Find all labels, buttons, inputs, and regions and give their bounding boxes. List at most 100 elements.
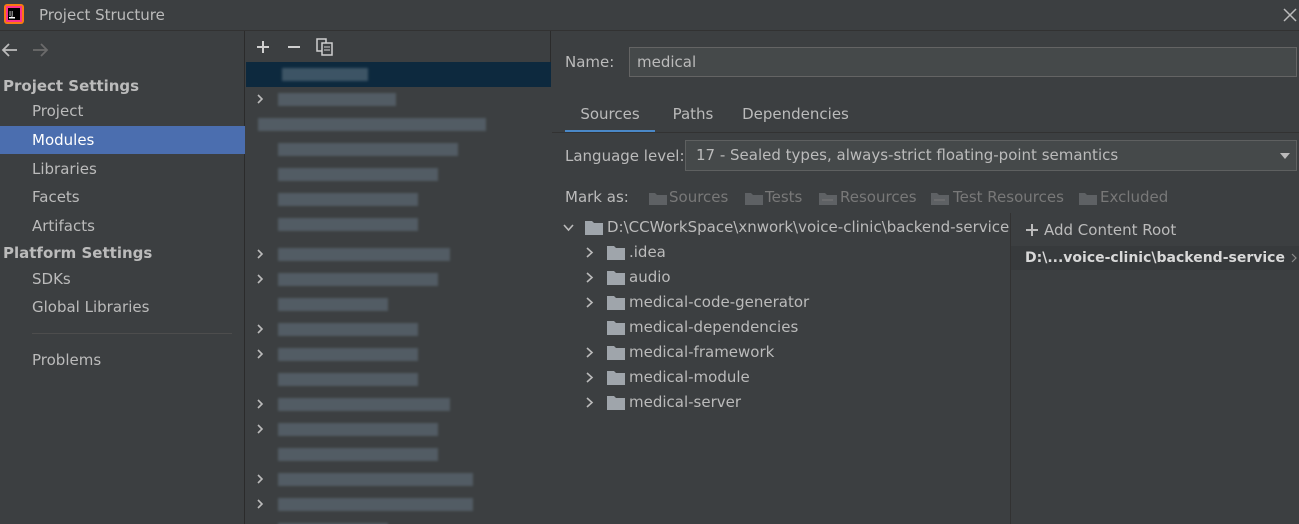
module-row[interactable] [246, 242, 551, 267]
add-content-root-button[interactable]: Add Content Root [1044, 221, 1176, 239]
tab-sources[interactable]: Sources [565, 101, 655, 133]
nav-item-problems[interactable]: Problems [0, 346, 245, 374]
tests-folder-icon [745, 193, 763, 205]
tree-row-label: medical-code-generator [629, 293, 810, 311]
chevron-right-icon[interactable] [254, 248, 266, 260]
excluded-folder-icon [1079, 193, 1097, 205]
chevron-right-icon[interactable] [254, 473, 266, 485]
module-row[interactable] [246, 417, 551, 442]
module-row[interactable] [246, 267, 551, 292]
chevron-right-icon[interactable] [584, 397, 595, 408]
tree-row[interactable]: medical-framework [552, 340, 1009, 365]
back-arrow-icon[interactable] [0, 39, 22, 61]
mark-as-sources[interactable]: Sources [669, 188, 728, 206]
module-row[interactable] [246, 317, 551, 342]
tree-row[interactable]: medical-code-generator [552, 290, 1009, 315]
nav-item-project[interactable]: Project [0, 97, 245, 125]
tree-row-label: .idea [629, 243, 666, 261]
tree-row[interactable]: medical-module [552, 365, 1009, 390]
close-icon[interactable] [1281, 6, 1299, 24]
chevron-right-icon[interactable] [1290, 253, 1298, 263]
mark-as-resources[interactable]: Resources [840, 188, 917, 206]
mark-as-tests[interactable]: Tests [765, 188, 802, 206]
test-resources-folder-icon [931, 193, 949, 205]
intellij-logo-icon: IJ [4, 4, 24, 24]
folder-icon [607, 271, 625, 285]
chevron-right-icon[interactable] [254, 348, 266, 360]
tree-row[interactable]: .idea [552, 240, 1009, 265]
content-root-tree: D:\CCWorkSpace\xnwork\voice-clinic\backe… [552, 213, 1009, 524]
tree-row-label: audio [629, 268, 671, 286]
nav-item-global-libraries[interactable]: Global Libraries [0, 293, 245, 321]
module-row[interactable] [246, 187, 551, 212]
nav-item-modules[interactable]: Modules [0, 126, 245, 154]
chevron-right-icon[interactable] [254, 398, 266, 410]
tree-root-label: D:\CCWorkSpace\xnwork\voice-clinic\backe… [607, 218, 1010, 236]
chevron-right-icon[interactable] [254, 498, 266, 510]
module-row[interactable] [246, 112, 551, 137]
folder-icon [607, 296, 625, 310]
module-details-pane: Name: medical Sources Paths Dependencies… [552, 31, 1299, 524]
chevron-right-icon[interactable] [584, 247, 595, 258]
chevron-right-icon[interactable] [584, 297, 595, 308]
chevron-right-icon[interactable] [254, 323, 266, 335]
platform-settings-heading: Platform Settings [3, 244, 153, 262]
module-name-input[interactable]: medical [629, 47, 1297, 77]
module-row[interactable] [246, 467, 551, 492]
nav-item-sdks[interactable]: SDKs [0, 265, 245, 293]
folder-icon [607, 371, 625, 385]
module-row[interactable] [246, 212, 551, 237]
plus-icon [1026, 224, 1038, 236]
nav-item-libraries[interactable]: Libraries [0, 155, 245, 183]
project-settings-heading: Project Settings [3, 77, 140, 95]
module-row[interactable] [246, 292, 551, 317]
content-root-entry[interactable]: D:\...voice-clinic\backend-service [1011, 246, 1299, 270]
add-module-icon[interactable] [252, 36, 274, 58]
svg-text:IJ: IJ [9, 10, 13, 18]
language-level-label: Language level: [565, 147, 685, 165]
chevron-right-icon[interactable] [584, 347, 595, 358]
tree-row-label: medical-module [629, 368, 750, 386]
module-list-pane [246, 31, 551, 524]
tab-paths[interactable]: Paths [663, 101, 723, 133]
content-roots-panel: Add Content Root D:\...voice-clinic\back… [1010, 213, 1299, 524]
settings-sidebar: Project Settings Project Modules Librari… [0, 31, 245, 524]
remove-module-icon[interactable] [283, 36, 305, 58]
module-row[interactable] [246, 137, 551, 162]
module-row[interactable] [246, 492, 551, 517]
chevron-right-icon[interactable] [254, 423, 266, 435]
module-toolbar [246, 31, 551, 62]
mark-as-label: Mark as: [565, 188, 629, 206]
module-row[interactable] [246, 62, 551, 87]
module-row[interactable] [246, 87, 551, 112]
module-row[interactable] [246, 392, 551, 417]
chevron-right-icon[interactable] [254, 273, 266, 285]
chevron-right-icon[interactable] [254, 93, 266, 105]
tabs-divider [552, 132, 1299, 133]
forward-arrow-icon[interactable] [30, 39, 52, 61]
language-level-select[interactable]: 17 - Sealed types, always-strict floatin… [685, 140, 1297, 171]
tree-row[interactable]: medical-server [552, 390, 1009, 415]
language-level-value: 17 - Sealed types, always-strict floatin… [696, 146, 1119, 164]
folder-icon [607, 321, 625, 335]
chevron-right-icon[interactable] [584, 272, 595, 283]
copy-module-icon[interactable] [314, 36, 336, 58]
chevron-down-icon[interactable] [563, 222, 574, 233]
folder-icon [607, 246, 625, 260]
tree-row[interactable]: medical-dependencies [552, 315, 1009, 340]
mark-as-test-resources[interactable]: Test Resources [953, 188, 1064, 206]
module-row[interactable] [246, 162, 551, 187]
content-root-path: D:\...voice-clinic\backend-service [1025, 250, 1285, 266]
tree-row[interactable]: audio [552, 265, 1009, 290]
tree-root-row[interactable]: D:\CCWorkSpace\xnwork\voice-clinic\backe… [552, 215, 1009, 240]
module-row[interactable] [246, 442, 551, 467]
nav-item-facets[interactable]: Facets [0, 183, 245, 211]
tab-dependencies[interactable]: Dependencies [733, 101, 858, 133]
mark-as-excluded[interactable]: Excluded [1100, 188, 1168, 206]
module-row[interactable] [246, 342, 551, 367]
module-row[interactable] [246, 517, 551, 524]
module-row[interactable] [246, 367, 551, 392]
nav-item-artifacts[interactable]: Artifacts [0, 212, 245, 240]
chevron-right-icon[interactable] [584, 372, 595, 383]
tree-row-label: medical-server [629, 393, 742, 411]
